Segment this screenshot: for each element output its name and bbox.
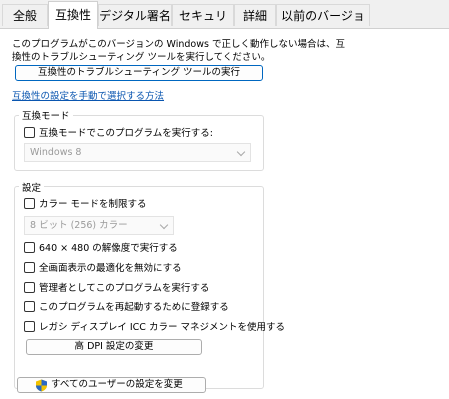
uac-shield-icon [35, 379, 48, 392]
os-version-value: Windows 8 [30, 147, 82, 158]
tab-digital-signatures[interactable]: デジタル署名 [98, 4, 172, 26]
color-depth-select: 8 ビット (256) カラー [24, 216, 174, 235]
option-row-640x480[interactable]: 640 × 480 の解像度で実行する [24, 240, 178, 254]
chevron-down-icon [236, 147, 246, 157]
description-text: このプログラムがこのバージョンの Windows で正しく動作しない場合は、互 … [12, 38, 432, 64]
os-version-select: Windows 8 [24, 143, 251, 162]
compatibility-panel: このプログラムがこのバージョンの Windows で正しく動作しない場合は、互 … [0, 28, 449, 399]
chevron-down-icon [159, 220, 169, 230]
change-high-dpi-button[interactable]: 高 DPI 設定の変更 [26, 339, 202, 355]
option-label: このプログラムを再起動するために登録する [39, 302, 229, 313]
description-line-1: このプログラムがこのバージョンの Windows で正しく動作しない場合は、互 [12, 39, 345, 50]
all-users-button-label: すべてのユーザーの設定を変更 [51, 379, 183, 390]
tab-security[interactable]: セキュリティ [172, 4, 234, 45]
reduced-color-label: カラー モードを制限する [39, 199, 147, 210]
tab-details[interactable]: 詳細 [234, 4, 276, 26]
compat-mode-checkbox[interactable] [24, 126, 35, 138]
option-checkbox-640x480[interactable] [24, 241, 35, 253]
option-row-fullscreen-opt[interactable]: 全画面表示の最適化を無効にする [24, 260, 182, 274]
manual-settings-link[interactable]: 互換性の設定を手動で選択する方法 [12, 88, 164, 102]
tab-general[interactable]: 全般 [2, 4, 48, 26]
option-checkbox-legacy-icc[interactable] [24, 320, 35, 332]
option-row-run-as-admin[interactable]: 管理者としてこのプログラムを実行する [24, 280, 209, 294]
compat-mode-title: 互換モード [19, 108, 73, 122]
compat-mode-label: 互換モードでこのプログラムを実行する: [39, 128, 213, 139]
settings-title: 設定 [19, 180, 45, 194]
option-label: 全画面表示の最適化を無効にする [39, 263, 182, 274]
option-row-legacy-icc[interactable]: レガシ ディスプレイ ICC カラー マネジメントを使用する [24, 319, 285, 333]
description-line-2: 換性のトラブルシューティング ツールを実行してください。 [12, 52, 271, 63]
reduced-color-row[interactable]: カラー モードを制限する [24, 196, 147, 210]
tab-bar: 全般 互換性 デジタル署名 セキュリティ 詳細 以前のバージョン [0, 0, 449, 45]
run-troubleshooter-button[interactable]: 互換性のトラブルシューティング ツールの実行 [15, 65, 263, 81]
tab-compatibility[interactable]: 互換性 [48, 1, 98, 29]
option-checkbox-fullscreen-opt[interactable] [24, 261, 35, 273]
option-label: レガシ ディスプレイ ICC カラー マネジメントを使用する [39, 322, 285, 333]
option-row-register-restart[interactable]: このプログラムを再起動するために登録する [24, 299, 229, 313]
color-depth-value: 8 ビット (256) カラー [30, 220, 128, 231]
option-label: 管理者としてこのプログラムを実行する [39, 283, 210, 294]
tab-previous-versions[interactable]: 以前のバージョン [276, 4, 370, 45]
option-label: 640 × 480 の解像度で実行する [39, 243, 178, 254]
reduced-color-checkbox[interactable] [24, 197, 35, 209]
change-all-users-button[interactable]: すべてのユーザーの設定を変更 [17, 377, 206, 393]
option-checkbox-run-as-admin[interactable] [24, 281, 35, 293]
option-checkbox-register-restart[interactable] [24, 300, 35, 312]
compat-mode-row[interactable]: 互換モードでこのプログラムを実行する: [24, 125, 213, 139]
